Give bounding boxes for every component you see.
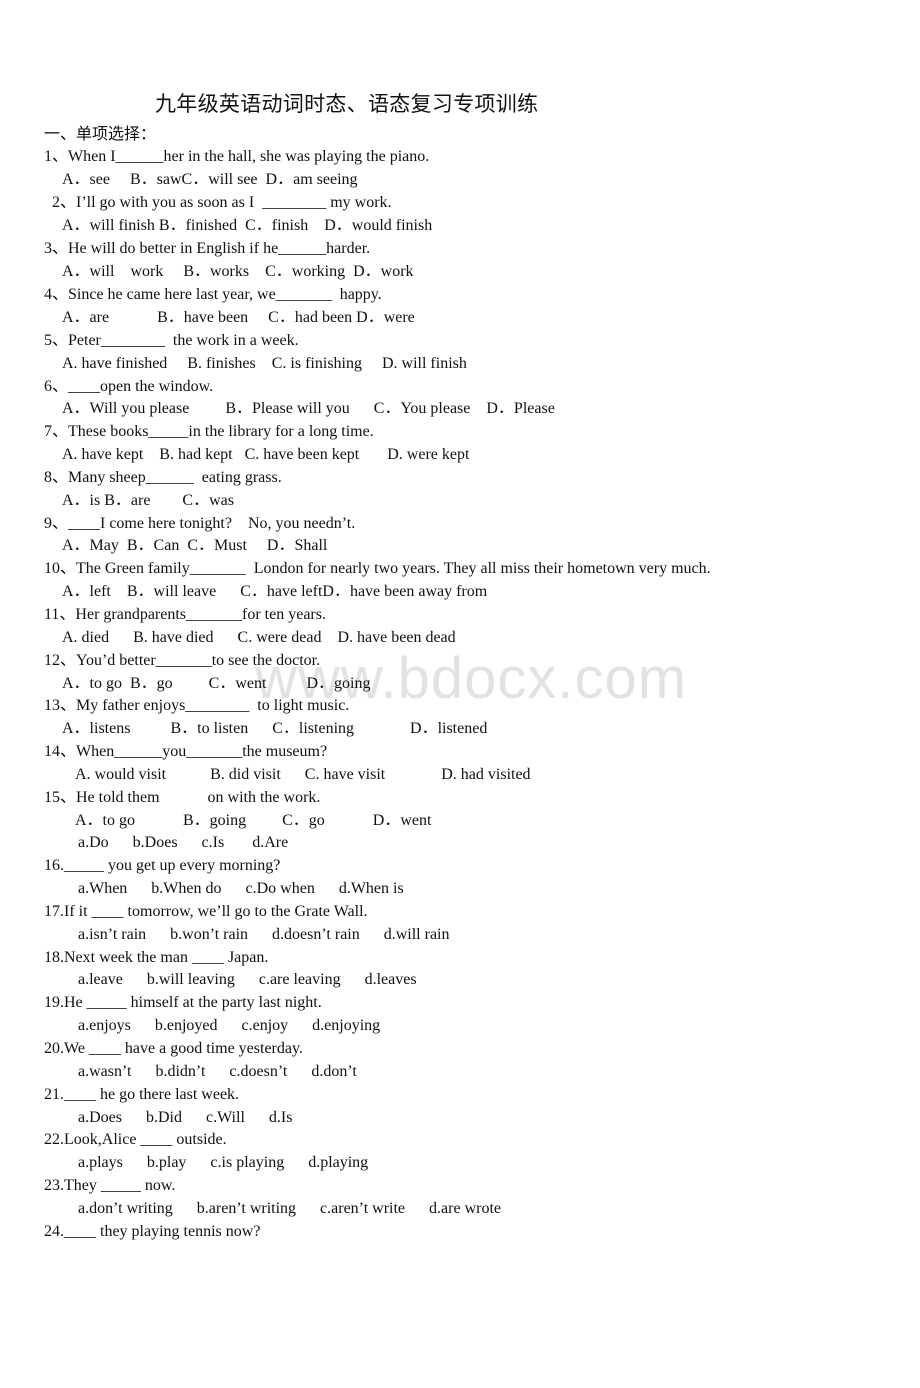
question-text: 24.____ they playing tennis now? [44,1223,261,1240]
question-text: 23.They _____ now. [44,1177,176,1194]
answer-options: a.isn’t rain b.won’t rain d.doesn’t rain… [78,926,450,943]
question-text: 15、He told them on with the work. [44,789,321,806]
answer-options: A．will finish B．finished C．finish D．woul… [62,217,433,234]
answer-options: A. have kept B. had kept C. have been ke… [62,446,470,463]
question-text: 20.We ____ have a good time yesterday. [44,1040,303,1057]
question-text: 16._____ you get up every morning? [44,857,281,874]
answer-options: a.wasn’t b.didn’t c.doesn’t d.don’t [78,1063,357,1080]
question-text: 19.He _____ himself at the party last ni… [44,994,322,1011]
answer-options: A．to go B．go C．went D．going [62,675,371,692]
answer-options: a.enjoys b.enjoyed c.enjoy d.enjoying [78,1017,381,1034]
question-text: 3、He will do better in English if he____… [44,240,371,257]
answer-options: A．left B．will leave C．have leftD．have be… [62,583,488,600]
answer-options: A. died B. have died C. were dead D. hav… [62,629,456,646]
answer-options: A. have finished B. finishes C. is finis… [62,355,467,372]
answer-options: A．is B．are C．was [62,492,234,509]
question-text: 7、These books_____in the library for a l… [44,423,374,440]
question-text: 2、I’ll go with you as soon as I ________… [52,194,392,211]
section-heading: 一、单项选择： [44,126,157,143]
question-text: 1、When I______her in the hall, she was p… [44,148,430,165]
question-text: 10、The Green family_______ London for ne… [44,560,711,577]
answer-options: a.leave b.will leaving c.are leaving d.l… [78,971,417,988]
question-text: 12、You’d better_______to see the doctor. [44,652,321,669]
answer-options: A．will work B．works C．working D．work [62,263,414,280]
question-text: 9、____I come here tonight? No, you needn… [44,515,356,532]
answer-options: A．to go B．going C．go D．went [75,812,432,829]
answer-options: A．listens B．to listen C．listening D．list… [62,720,488,737]
question-text: 13、My father enjoys________ to light mus… [44,697,350,714]
question-text: 5、Peter________ the work in a week. [44,332,299,349]
answer-options: a.Does b.Did c.Will d.Is [78,1109,293,1126]
question-text: 8、Many sheep______ eating grass. [44,469,282,486]
question-text: 18.Next week the man ____ Japan. [44,949,269,966]
answer-options: A．Will you please B．Please will you C．Yo… [62,400,555,417]
question-text: 6、____open the window. [44,378,214,395]
answer-options: a.Do b.Does c.Is d.Are [78,834,289,851]
question-text: 21.____ he go there last week. [44,1086,240,1103]
page-title: 九年级英语动词时态、语态复习专项训练 [155,92,539,116]
question-text: 4、Since he came here last year, we______… [44,286,382,303]
answer-options: A. would visit B. did visit C. have visi… [75,766,531,783]
answer-options: a.plays b.play c.is playing d.playing [78,1154,369,1171]
answer-options: a.When b.When do c.Do when d.When is [78,880,404,897]
question-text: 11、Her grandparents_______for ten years. [44,606,326,623]
answer-options: a.don’t writing b.aren’t writing c.aren’… [78,1200,501,1217]
question-text: 14、When______you_______the museum? [44,743,328,760]
answer-options: A．May B．Can C．Must D．Shall [62,537,328,554]
document-page: www.bdocx.com 九年级英语动词时态、语态复习专项训练 一、单项选择：… [0,0,920,1388]
question-text: 22.Look,Alice ____ outside. [44,1131,227,1148]
answer-options: A．see B．sawC．will see D．am seeing [62,171,358,188]
answer-options: A．are B．have been C．had been D．were [62,309,415,326]
question-text: 17.If it ____ tomorrow, we’ll go to the … [44,903,368,920]
